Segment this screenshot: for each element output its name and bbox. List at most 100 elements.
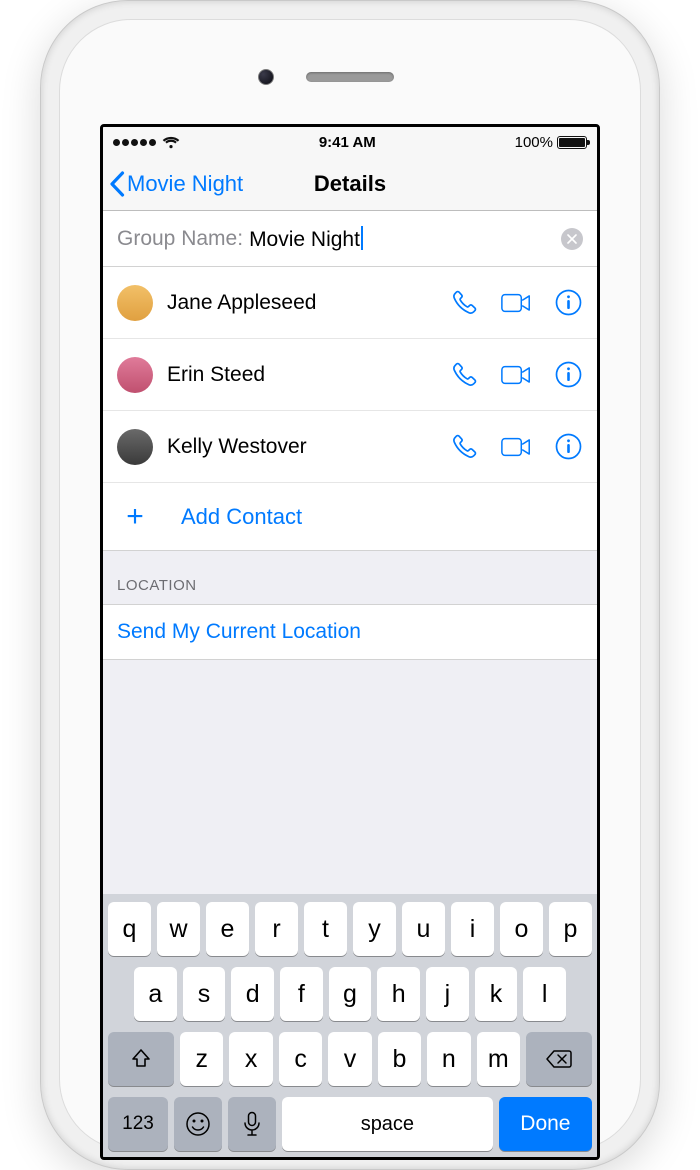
avatar [117, 429, 153, 465]
info-button[interactable] [553, 360, 583, 390]
microphone-icon [243, 1111, 261, 1137]
back-label: Movie Night [127, 171, 243, 197]
status-right: 100% [515, 134, 587, 151]
key-j[interactable]: j [426, 967, 469, 1021]
contact-row[interactable]: Jane Appleseed [103, 267, 597, 339]
navigation-bar: Movie Night Details [103, 157, 597, 211]
backspace-icon [545, 1049, 573, 1069]
key-f[interactable]: f [280, 967, 323, 1021]
contact-row[interactable]: Erin Steed [103, 339, 597, 411]
key-d[interactable]: d [231, 967, 274, 1021]
emoji-icon [185, 1111, 211, 1137]
key-t[interactable]: t [304, 902, 347, 956]
key-done[interactable]: Done [499, 1097, 592, 1151]
key-u[interactable]: u [402, 902, 445, 956]
key-h[interactable]: h [377, 967, 420, 1021]
group-name-row[interactable]: Group Name: Movie Night [103, 211, 597, 267]
back-button[interactable]: Movie Night [103, 171, 243, 197]
phone-icon [451, 289, 478, 316]
phone-call-button[interactable] [449, 432, 479, 462]
iphone-device-frame: 9:41 AM 100% Movie Night Details [40, 0, 660, 1170]
contact-row[interactable]: Kelly Westover [103, 411, 597, 483]
content: Group Name: Movie Night Jane Appleseed [103, 211, 597, 660]
key-c[interactable]: c [279, 1032, 322, 1086]
video-call-button[interactable] [501, 288, 531, 318]
video-icon [501, 364, 531, 386]
send-location-label: Send My Current Location [117, 620, 361, 644]
key-w[interactable]: w [157, 902, 200, 956]
video-call-button[interactable] [501, 432, 531, 462]
clear-text-button[interactable] [561, 228, 583, 250]
group-name-value: Movie Night [249, 228, 360, 251]
status-time: 9:41 AM [319, 134, 376, 151]
plus-icon: + [117, 502, 153, 532]
keyboard-row-3: z x c v b n m [108, 1032, 592, 1086]
key-i[interactable]: i [451, 902, 494, 956]
contact-name: Kelly Westover [167, 435, 435, 459]
key-shift[interactable] [108, 1032, 174, 1086]
group-name-label: Group Name: [117, 227, 243, 251]
avatar [117, 285, 153, 321]
key-numbers[interactable]: 123 [108, 1097, 168, 1151]
key-s[interactable]: s [183, 967, 226, 1021]
video-call-button[interactable] [501, 360, 531, 390]
keyboard: q w e r t y u i o p a s d f g h [103, 894, 597, 1157]
key-space[interactable]: space [282, 1097, 493, 1151]
info-icon [555, 433, 582, 460]
key-b[interactable]: b [378, 1032, 421, 1086]
location-section-header: LOCATION [103, 551, 597, 604]
info-icon [555, 289, 582, 316]
device-inner: 9:41 AM 100% Movie Night Details [59, 19, 641, 1151]
info-button[interactable] [553, 432, 583, 462]
keyboard-row-1: q w e r t y u i o p [108, 902, 592, 956]
key-y[interactable]: y [353, 902, 396, 956]
wifi-icon [162, 136, 180, 149]
info-button[interactable] [553, 288, 583, 318]
key-n[interactable]: n [427, 1032, 470, 1086]
contact-name: Erin Steed [167, 363, 435, 387]
battery-icon [557, 136, 587, 149]
shift-icon [130, 1048, 152, 1070]
key-r[interactable]: r [255, 902, 298, 956]
key-p[interactable]: p [549, 902, 592, 956]
text-cursor [361, 226, 363, 250]
status-bar: 9:41 AM 100% [103, 127, 597, 157]
key-g[interactable]: g [329, 967, 372, 1021]
info-icon [555, 361, 582, 388]
add-contact-button[interactable]: + Add Contact [103, 483, 597, 551]
video-icon [501, 436, 531, 458]
key-a[interactable]: a [134, 967, 177, 1021]
contact-name: Jane Appleseed [167, 291, 435, 315]
key-l[interactable]: l [523, 967, 566, 1021]
key-q[interactable]: q [108, 902, 151, 956]
key-emoji[interactable] [174, 1097, 222, 1151]
battery-percent: 100% [515, 134, 553, 151]
phone-call-button[interactable] [449, 288, 479, 318]
status-left [113, 136, 180, 149]
contact-list: Jane Appleseed Erin Steed [103, 267, 597, 483]
front-camera [258, 69, 274, 85]
key-backspace[interactable] [526, 1032, 592, 1086]
phone-icon [451, 433, 478, 460]
phone-call-button[interactable] [449, 360, 479, 390]
chevron-left-icon [109, 171, 125, 197]
key-o[interactable]: o [500, 902, 543, 956]
screen: 9:41 AM 100% Movie Night Details [100, 124, 600, 1160]
key-v[interactable]: v [328, 1032, 371, 1086]
avatar [117, 357, 153, 393]
key-dictation[interactable] [228, 1097, 276, 1151]
earpiece-speaker [306, 72, 394, 82]
key-x[interactable]: x [229, 1032, 272, 1086]
key-k[interactable]: k [475, 967, 518, 1021]
x-icon [567, 234, 577, 244]
keyboard-row-4: 123 space Done [108, 1097, 592, 1151]
group-name-input[interactable]: Movie Night [249, 226, 555, 252]
video-icon [501, 292, 531, 314]
key-z[interactable]: z [180, 1032, 223, 1086]
key-e[interactable]: e [206, 902, 249, 956]
add-contact-label: Add Contact [181, 504, 302, 530]
key-m[interactable]: m [477, 1032, 520, 1086]
keyboard-row-2: a s d f g h j k l [108, 967, 592, 1021]
phone-icon [451, 361, 478, 388]
send-location-button[interactable]: Send My Current Location [103, 604, 597, 660]
